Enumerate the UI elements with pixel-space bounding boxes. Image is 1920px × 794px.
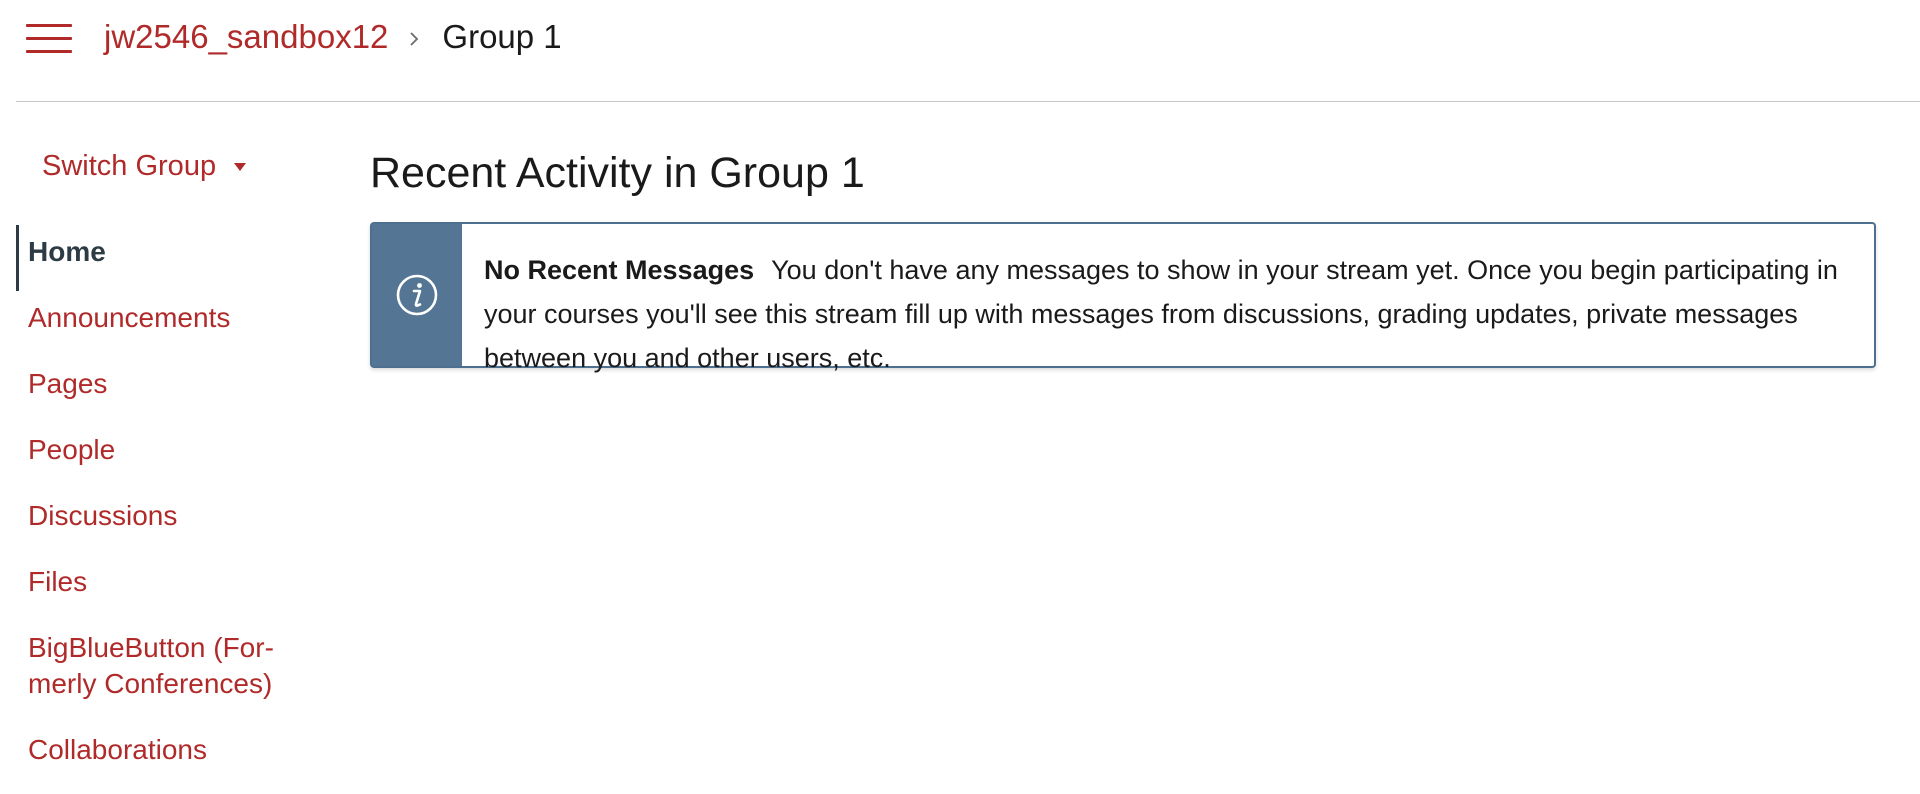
- page-title: Recent Activity in Group 1: [370, 149, 865, 197]
- sidebar-item-label-cont: merly Conferences): [28, 668, 273, 699]
- sidebar-item-announcements[interactable]: Announcements: [16, 300, 336, 336]
- sidebar-item-bigbluebutton[interactable]: BigBlueButton (For- merly Conferences): [16, 630, 308, 702]
- sidebar-item-label: Home: [28, 236, 106, 267]
- sidebar-item-people[interactable]: People: [16, 432, 336, 468]
- switch-group-label: Switch Group: [42, 150, 217, 182]
- sidebar-item-label: Files: [28, 566, 88, 597]
- info-icon: [396, 274, 438, 316]
- sidebar-item-label: Announcements: [28, 302, 231, 333]
- sidebar-item-label: Pages: [28, 368, 108, 399]
- sidebar-item-label: People: [28, 434, 116, 465]
- sidebar-item-discussions[interactable]: Discussions: [16, 498, 336, 534]
- sidebar-item-label: Discussions: [28, 500, 178, 531]
- sidebar-item-pages[interactable]: Pages: [16, 366, 336, 402]
- global-header: jw2546_sandbox12 Group 1: [0, 0, 1920, 102]
- hamburger-icon[interactable]: [26, 22, 72, 56]
- alert-icon-column: [372, 224, 462, 366]
- sidebar-nav-list: Home Announcements Pages People Discussi…: [16, 212, 336, 768]
- breadcrumb: jw2546_sandbox12 Group 1: [104, 16, 562, 58]
- sidebar-item-label: Collaborations: [28, 734, 207, 765]
- breadcrumb-current: Group 1: [442, 18, 562, 55]
- alert-message: No Recent Messages You don't have any me…: [462, 224, 1874, 373]
- sidebar-item-home[interactable]: Home: [16, 225, 336, 291]
- header-divider: [16, 101, 1920, 102]
- main-content: Recent Activity in Group 1 No Recent Mes…: [370, 140, 1880, 373]
- no-messages-alert: No Recent Messages You don't have any me…: [370, 222, 1876, 373]
- chevron-right-icon: [404, 27, 424, 47]
- breadcrumb-course-link[interactable]: jw2546_sandbox12: [104, 18, 388, 56]
- sidebar-item-collaborations[interactable]: Collaborations: [16, 732, 336, 768]
- sidebar-item-label: BigBlueButton (For-: [28, 632, 274, 663]
- switch-group-button[interactable]: Switch Group: [42, 150, 247, 183]
- caret-down-icon: [234, 162, 247, 171]
- sidebar-item-files[interactable]: Files: [16, 564, 336, 600]
- alert-heading: No Recent Messages: [484, 255, 755, 285]
